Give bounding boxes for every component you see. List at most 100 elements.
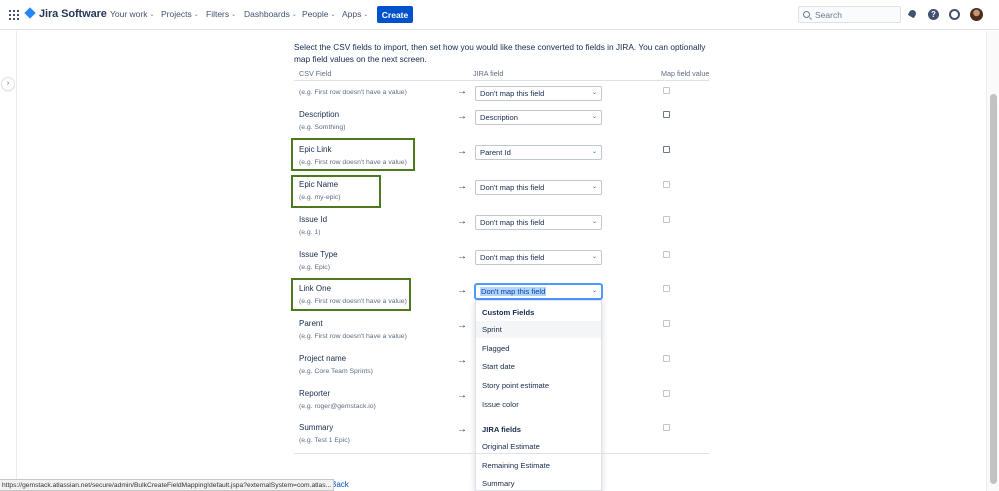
csv-field-example: (e.g. roger@gemstack.io) [299,403,376,410]
csv-field-name: Description [299,110,340,119]
chevron-down-icon: ⌄ [591,254,597,260]
jira-field-select[interactable]: Description ⌄ [475,110,602,125]
select-value: Don't map this field [480,287,547,296]
dropdown-option[interactable]: Start date [476,358,601,375]
select-value: Don't map this field [480,183,545,192]
search-input[interactable]: Search [798,6,901,23]
highlight-box-link-one [291,278,411,311]
nav-apps[interactable]: Apps ⌄ [342,9,368,19]
map-value-checkbox[interactable] [663,251,670,258]
dropdown-option[interactable]: Sprint [476,321,601,338]
chevron-down-icon: ⌄ [591,149,597,155]
dropdown-group-label: Custom Fields [482,308,535,317]
csv-field-example: (e.g. Epic) [299,264,330,271]
arrow-right-icon: → [457,146,467,157]
arrow-right-icon: → [457,320,467,331]
csv-field-name: Issue Id [299,215,328,224]
chevron-down-icon: ⌄ [591,90,597,96]
map-value-checkbox[interactable] [663,355,670,362]
arrow-right-icon: → [457,424,467,435]
divider [294,453,709,454]
dropdown-group-label: JIRA fields [482,425,521,434]
map-value-checkbox[interactable] [663,146,670,153]
nav-filters[interactable]: Filters ⌄ [206,9,236,19]
jira-field-select-open[interactable]: Don't map this field ⌄ [475,284,602,299]
dropdown-option[interactable]: Summary [476,475,601,490]
select-value: Description [480,113,518,122]
arrow-right-icon: → [457,216,467,227]
jira-field-select[interactable]: Don't map this field ⌄ [475,180,602,195]
chevron-down-icon: ⌄ [591,288,597,294]
jira-field-dropdown-menu: Custom Fields Sprint Flagged Start date … [475,300,602,491]
map-value-checkbox[interactable] [663,424,670,431]
arrow-right-icon: → [457,285,467,296]
map-value-checkbox[interactable] [663,181,670,188]
nav-your-work[interactable]: Your work ⌄ [110,9,155,19]
chevron-down-icon: ⌄ [291,11,297,18]
intro-text: Select the CSV fields to import, then se… [294,42,706,64]
select-value: Don't map this field [480,89,545,98]
nav-label: Filters [206,9,230,19]
search-placeholder: Search [815,9,842,20]
arrow-right-icon: → [457,181,467,192]
select-value: Parent Id [480,148,511,157]
map-value-checkbox[interactable] [663,111,670,118]
csv-field-name: Summary [299,423,334,432]
avatar[interactable] [970,8,983,21]
chevron-down-icon: ⌄ [591,219,597,225]
csv-field-name: Parent [299,319,323,328]
csv-field-name: Reporter [299,389,331,398]
arrow-right-icon: → [457,111,467,122]
chevron-down-icon: ⌄ [193,11,199,18]
scrollbar-thumb[interactable] [990,94,997,484]
csv-field-example: (e.g. Test 1 Epic) [299,437,350,444]
create-button[interactable]: Create [377,6,413,23]
csv-field-example: (e.g. 1) [299,229,321,236]
nav-label: Dashboards [244,9,290,19]
map-value-checkbox[interactable] [663,285,670,292]
notifications-icon[interactable] [907,9,918,20]
jira-field-select[interactable]: Don't map this field ⌄ [475,215,602,230]
dropdown-option[interactable]: Issue color [476,396,601,413]
nav-projects[interactable]: Projects ⌄ [161,9,199,19]
nav-label: Apps [342,9,362,19]
jira-field-select[interactable]: Don't map this field ⌄ [475,86,602,101]
settings-gear-icon[interactable] [949,9,960,20]
search-icon [803,11,810,18]
jira-logo-icon [25,8,35,20]
jira-field-select[interactable]: Parent Id ⌄ [475,145,602,160]
top-navigation: Jira Software Your work ⌄ Projects ⌄ Filte… [0,0,999,30]
arrow-right-icon: → [457,86,467,97]
nav-label: Projects [161,9,192,19]
chevron-down-icon: ⌄ [149,11,155,18]
arrow-right-icon: → [457,251,467,262]
dropdown-option[interactable]: Flagged [476,340,601,357]
select-value: Don't map this field [480,253,545,262]
jira-logo[interactable]: Jira Software [25,8,107,20]
app-switcher-icon[interactable] [9,10,19,20]
expand-sidebar-chevron-icon[interactable]: › [2,78,14,90]
nav-people[interactable]: People ⌄ [302,9,336,19]
dropdown-option[interactable]: Remaining Estimate [476,457,601,474]
csv-field-example: (e.g. First row doesn't have a value) [299,333,407,340]
chevron-down-icon: ⌄ [330,11,336,18]
map-value-checkbox[interactable] [663,390,670,397]
nav-label: People [302,9,329,19]
map-value-checkbox[interactable] [663,216,670,223]
help-icon[interactable]: ? [928,9,939,20]
arrow-right-icon: → [457,390,467,401]
scrollbar[interactable] [986,31,999,491]
map-value-checkbox[interactable] [663,87,670,94]
dropdown-option[interactable]: Story point estimate [476,377,601,394]
nav-label: Your work [110,9,148,19]
chevron-down-icon: ⌄ [231,11,237,18]
divider [294,80,709,81]
arrow-right-icon: → [457,355,467,366]
csv-field-example: (e.g. Core Team Sprints) [299,368,373,375]
csv-field-example: (e.g. Somthing) [299,124,346,131]
nav-dashboards[interactable]: Dashboards ⌄ [244,9,297,19]
jira-field-select[interactable]: Don't map this field ⌄ [475,250,602,265]
map-value-checkbox[interactable] [663,320,670,327]
column-header-map-value: Map field value [661,69,710,78]
mapping-row: Issue Id (e.g. 1) → Don't map this field… [294,215,714,250]
